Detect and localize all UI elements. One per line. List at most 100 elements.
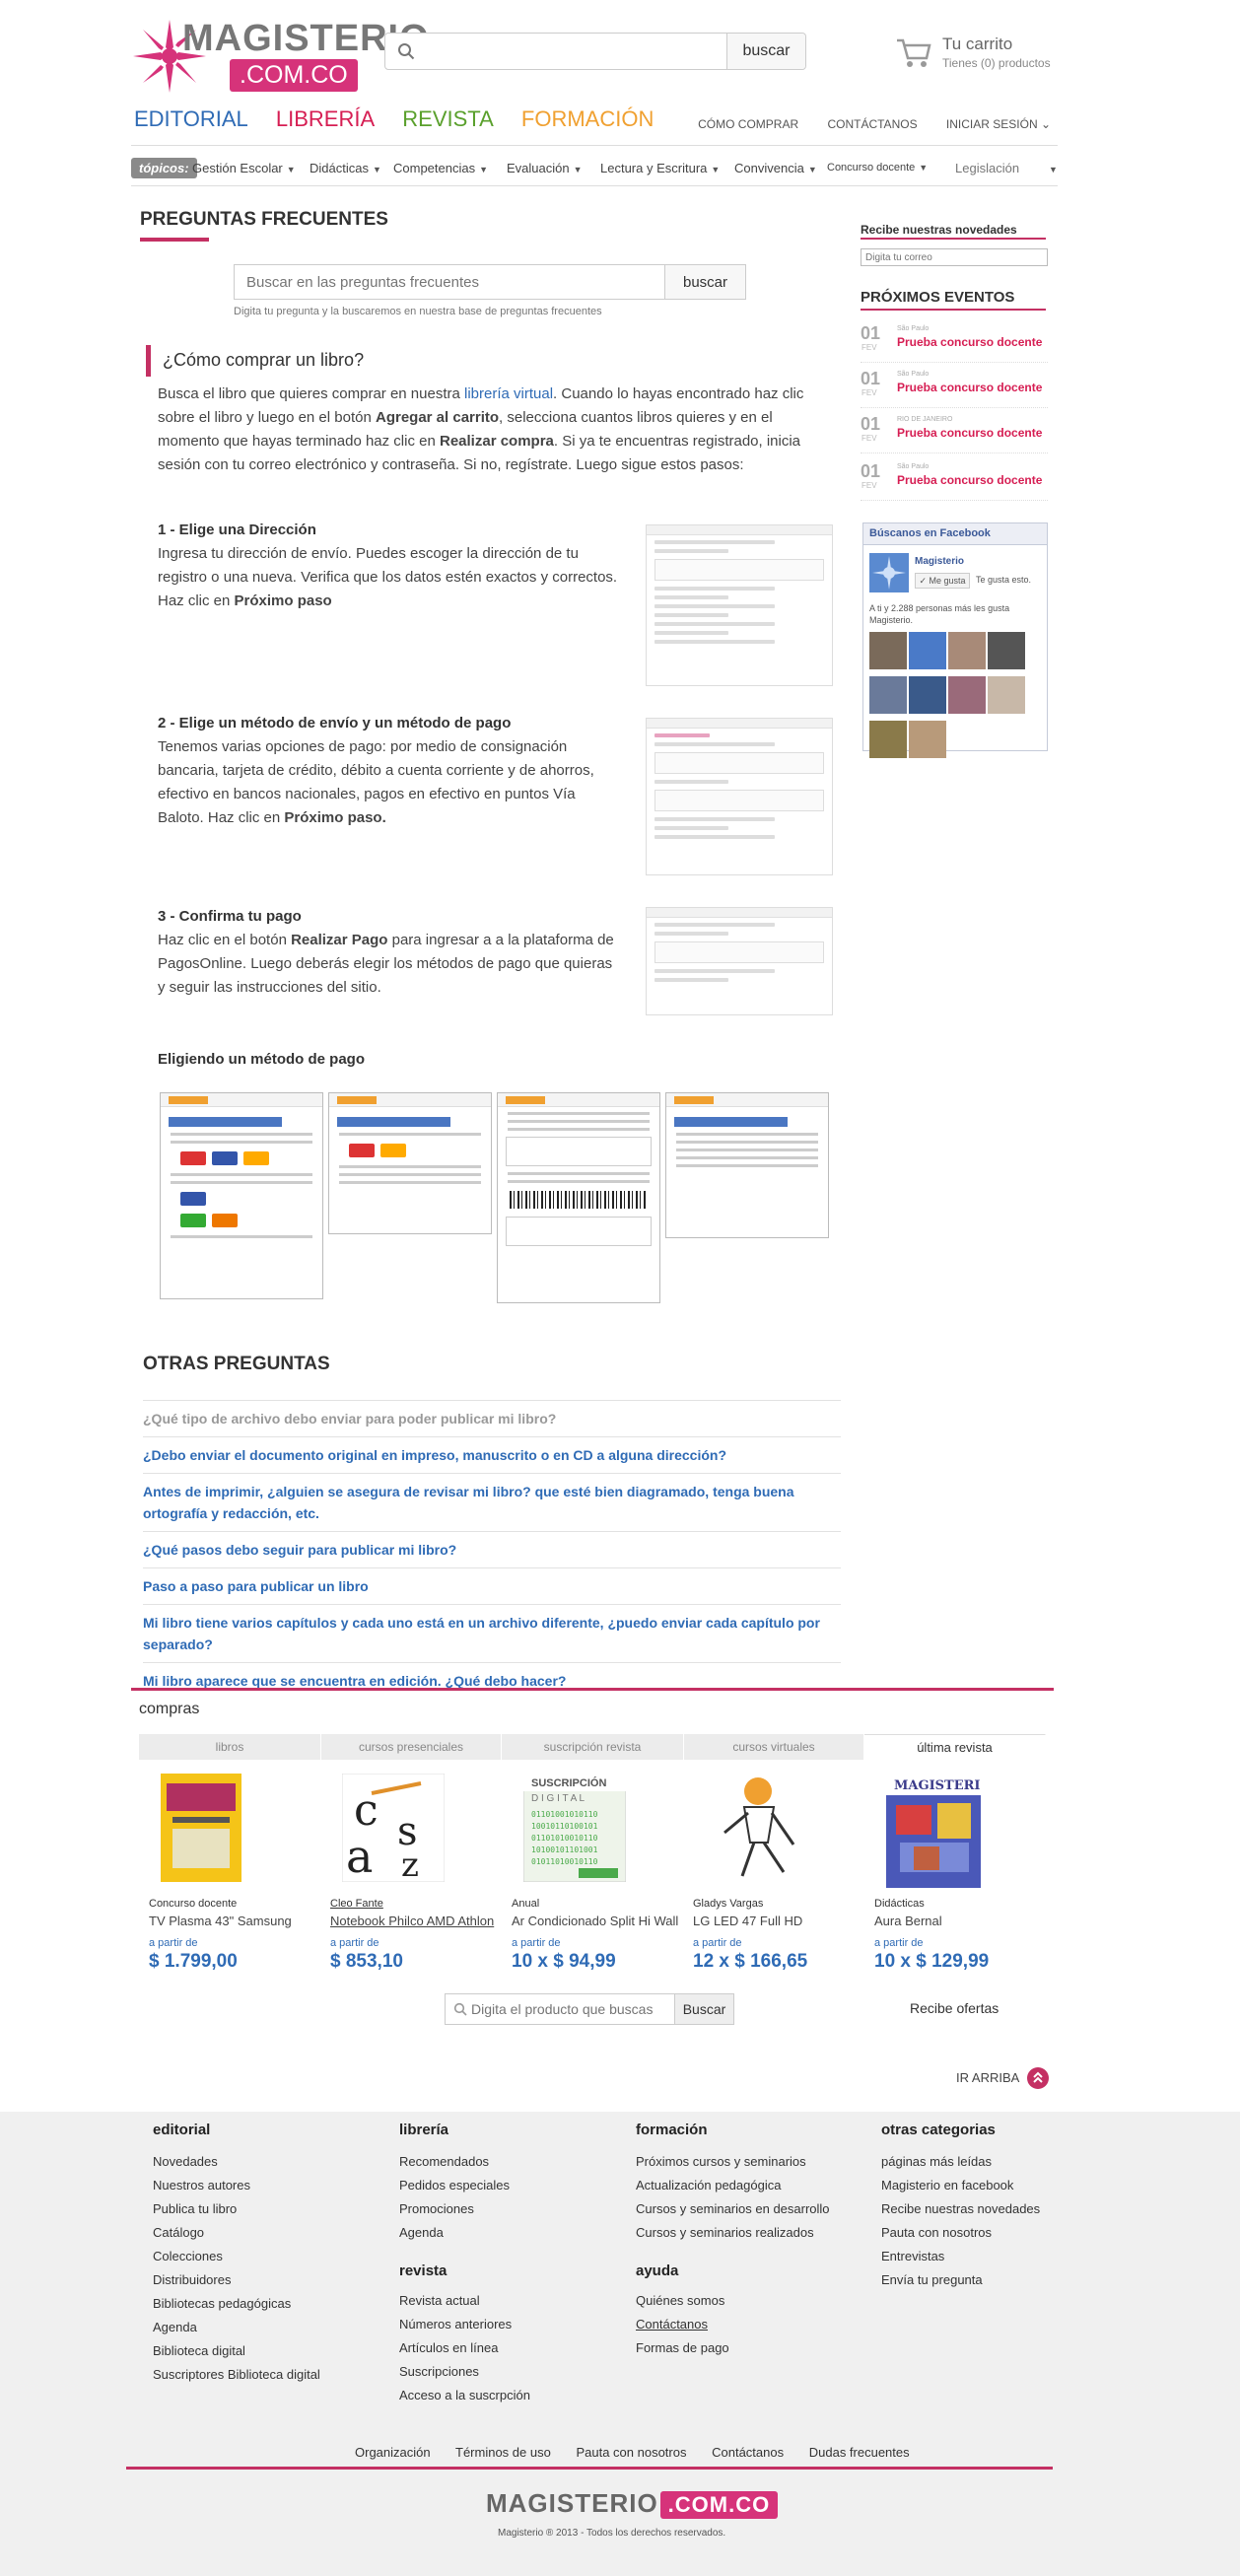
faq-search-button[interactable]: buscar (665, 265, 745, 299)
event-item[interactable]: 01 FEV São Paulo Prueba concurso docente (861, 323, 1048, 363)
footer-link-dudas[interactable]: Dudas frecuentes (809, 2445, 910, 2460)
event-item[interactable]: 01 FEV São Paulo Prueba concurso docente (861, 369, 1048, 408)
facebook-like-button[interactable]: ✓ Me gusta (915, 573, 970, 589)
nav-revista[interactable]: REVISTA (402, 106, 494, 131)
payment-thumbnail-3[interactable] (497, 1092, 660, 1303)
product-card[interactable]: Gladys Vargas LG LED 47 Full HD a partir… (685, 1774, 853, 1972)
product-card[interactable]: SUSCRIPCIÓN D I G I T A L 01101001010110… (504, 1773, 678, 1972)
footer-link[interactable]: Quiénes somos (636, 2289, 830, 2313)
product-search-input[interactable] (471, 1997, 668, 2021)
facebook-page-name[interactable]: Magisterio (915, 556, 964, 567)
footer-logo[interactable]: MAGISTERIO .COM.CO (486, 2488, 779, 2519)
avatar[interactable] (988, 676, 1025, 714)
footer-link[interactable]: Suscripciones (399, 2360, 530, 2384)
footer-link[interactable]: Distribuidores (153, 2268, 320, 2292)
footer-link[interactable]: Biblioteca digital (153, 2339, 320, 2363)
footer-link[interactable]: Formas de pago (636, 2336, 830, 2360)
link-contactanos[interactable]: CONTÁCTANOS (827, 117, 917, 131)
product-card[interactable]: Concurso docente TV Plasma 43" Samsung a… (141, 1774, 309, 1972)
question-link[interactable]: Paso a paso para publicar un libro (143, 1567, 841, 1604)
topic-convivencia[interactable]: Convivencia ▼ (734, 161, 817, 175)
footer-link[interactable]: Actualización pedagógica (636, 2174, 830, 2197)
footer-link[interactable]: Cursos y seminarios en desarrollo (636, 2197, 830, 2221)
footer-link[interactable]: Agenda (399, 2221, 530, 2245)
product-card[interactable]: c a s z Cleo Fante Notebook Philco AMD A… (322, 1773, 494, 1972)
nav-libreria[interactable]: LIBRERÍA (276, 106, 375, 131)
footer-link[interactable]: Agenda (153, 2316, 320, 2339)
footer-link[interactable]: Recomendados (399, 2150, 530, 2174)
payment-thumbnail-2[interactable] (328, 1092, 492, 1234)
avatar[interactable] (869, 676, 907, 714)
nav-editorial[interactable]: EDITORIAL (134, 106, 248, 131)
event-item[interactable]: 01 FEV RIO DE JANEIRO Prueba concurso do… (861, 414, 1048, 453)
search-button[interactable]: buscar (726, 34, 805, 69)
footer-link[interactable]: Entrevistas (881, 2245, 1040, 2268)
newsletter-email-input[interactable] (861, 248, 1048, 266)
search-input[interactable] (425, 39, 711, 63)
footer-link[interactable]: Contáctanos (636, 2313, 830, 2336)
footer-link[interactable]: Cursos y seminarios realizados (636, 2221, 830, 2245)
footer-link[interactable]: Pedidos especiales (399, 2174, 530, 2197)
back-to-top-link[interactable]: IR ARRIBA (956, 2070, 1019, 2085)
libreria-virtual-link[interactable]: librería virtual (464, 385, 553, 402)
payment-thumbnail-4[interactable] (665, 1092, 829, 1238)
footer-link[interactable]: Catálogo (153, 2221, 320, 2245)
avatar[interactable] (909, 721, 946, 758)
footer-link[interactable]: Revista actual (399, 2289, 530, 2313)
topic-concurso-docente[interactable]: Concurso docente ▼ (827, 162, 928, 174)
tab-ultima-revista[interactable]: última revista (864, 1734, 1046, 1760)
avatar[interactable] (909, 632, 946, 669)
avatar[interactable] (909, 676, 946, 714)
footer-link[interactable]: Pauta con nosotros (881, 2221, 1040, 2245)
footer-link-organizacion[interactable]: Organización (355, 2445, 431, 2460)
product-card[interactable]: MAGISTERIO Didácticas Aura Bernal a part… (866, 1774, 1034, 1972)
footer-link[interactable]: Próximos cursos y seminarios (636, 2150, 830, 2174)
payment-thumbnail-1[interactable] (160, 1092, 323, 1299)
question-link[interactable]: Mi libro tiene varios capítulos y cada u… (143, 1604, 841, 1662)
topic-didacticas[interactable]: Didácticas ▼ (310, 161, 381, 175)
avatar[interactable] (869, 721, 907, 758)
avatar[interactable] (869, 632, 907, 669)
arrow-up-icon[interactable] (1027, 2067, 1049, 2089)
footer-link-terminos[interactable]: Términos de uso (455, 2445, 551, 2460)
tab-cursos-presenciales[interactable]: cursos presenciales (321, 1734, 502, 1760)
link-como-comprar[interactable]: CÓMO COMPRAR (698, 117, 798, 131)
footer-link[interactable]: Promociones (399, 2197, 530, 2221)
cart[interactable]: Tu carrito Tienes (0) productos (895, 33, 1092, 82)
faq-search-input[interactable] (235, 265, 665, 299)
topic-lectura[interactable]: Lectura y Escritura ▼ (600, 161, 720, 175)
nav-formacion[interactable]: FORMACIÓN (521, 106, 654, 131)
avatar[interactable] (948, 676, 986, 714)
product-search-button[interactable]: Buscar (674, 1994, 733, 2024)
link-iniciar-sesion[interactable]: INICIAR SESIÓN ⌄ (946, 117, 1051, 131)
footer-link[interactable]: Artículos en línea (399, 2336, 530, 2360)
recibe-ofertas-link[interactable]: Recibe ofertas (910, 2000, 999, 2016)
avatar[interactable] (948, 632, 986, 669)
footer-link[interactable]: Colecciones (153, 2245, 320, 2268)
topic-evaluacion[interactable]: Evaluación ▼ (507, 161, 583, 175)
footer-link-pauta[interactable]: Pauta con nosotros (576, 2445, 686, 2460)
footer-link[interactable]: Acceso a la suscrpción (399, 2384, 530, 2407)
footer-link[interactable]: Números anteriores (399, 2313, 530, 2336)
footer-link[interactable]: páginas más leídas (881, 2150, 1040, 2174)
logo[interactable]: MAGISTERIO .COM.CO (131, 16, 429, 95)
avatar[interactable] (988, 632, 1025, 669)
footer-link-contactanos[interactable]: Contáctanos (712, 2445, 784, 2460)
footer-link[interactable]: Publica tu libro (153, 2197, 320, 2221)
footer-link[interactable]: Nuestros autores (153, 2174, 320, 2197)
question-link[interactable]: ¿Qué tipo de archivo debo enviar para po… (143, 1400, 841, 1436)
footer-link[interactable]: Magisterio en facebook (881, 2174, 1040, 2197)
event-item[interactable]: 01 FEV São Paulo Prueba concurso docente (861, 461, 1048, 501)
topic-gestion-escolar[interactable]: Gestión Escolar ▼ (192, 161, 296, 175)
tab-cursos-virtuales[interactable]: cursos virtuales (684, 1734, 864, 1760)
tab-libros[interactable]: libros (139, 1734, 321, 1760)
question-link[interactable]: Antes de imprimir, ¿alguien se asegura d… (143, 1473, 841, 1531)
question-link[interactable]: ¿Debo enviar el documento original en im… (143, 1436, 841, 1473)
question-link[interactable]: ¿Qué pasos debo seguir para publicar mi … (143, 1531, 841, 1567)
footer-link[interactable]: Suscriptores Biblioteca digital (153, 2363, 320, 2387)
topic-legislacion[interactable]: Legislación ▼ (955, 161, 1058, 175)
footer-link[interactable]: Recibe nuestras novedades (881, 2197, 1040, 2221)
tab-suscripcion-revista[interactable]: suscripción revista (502, 1734, 684, 1760)
topic-competencias[interactable]: Competencias ▼ (393, 161, 488, 175)
footer-link[interactable]: Envía tu pregunta (881, 2268, 1040, 2292)
